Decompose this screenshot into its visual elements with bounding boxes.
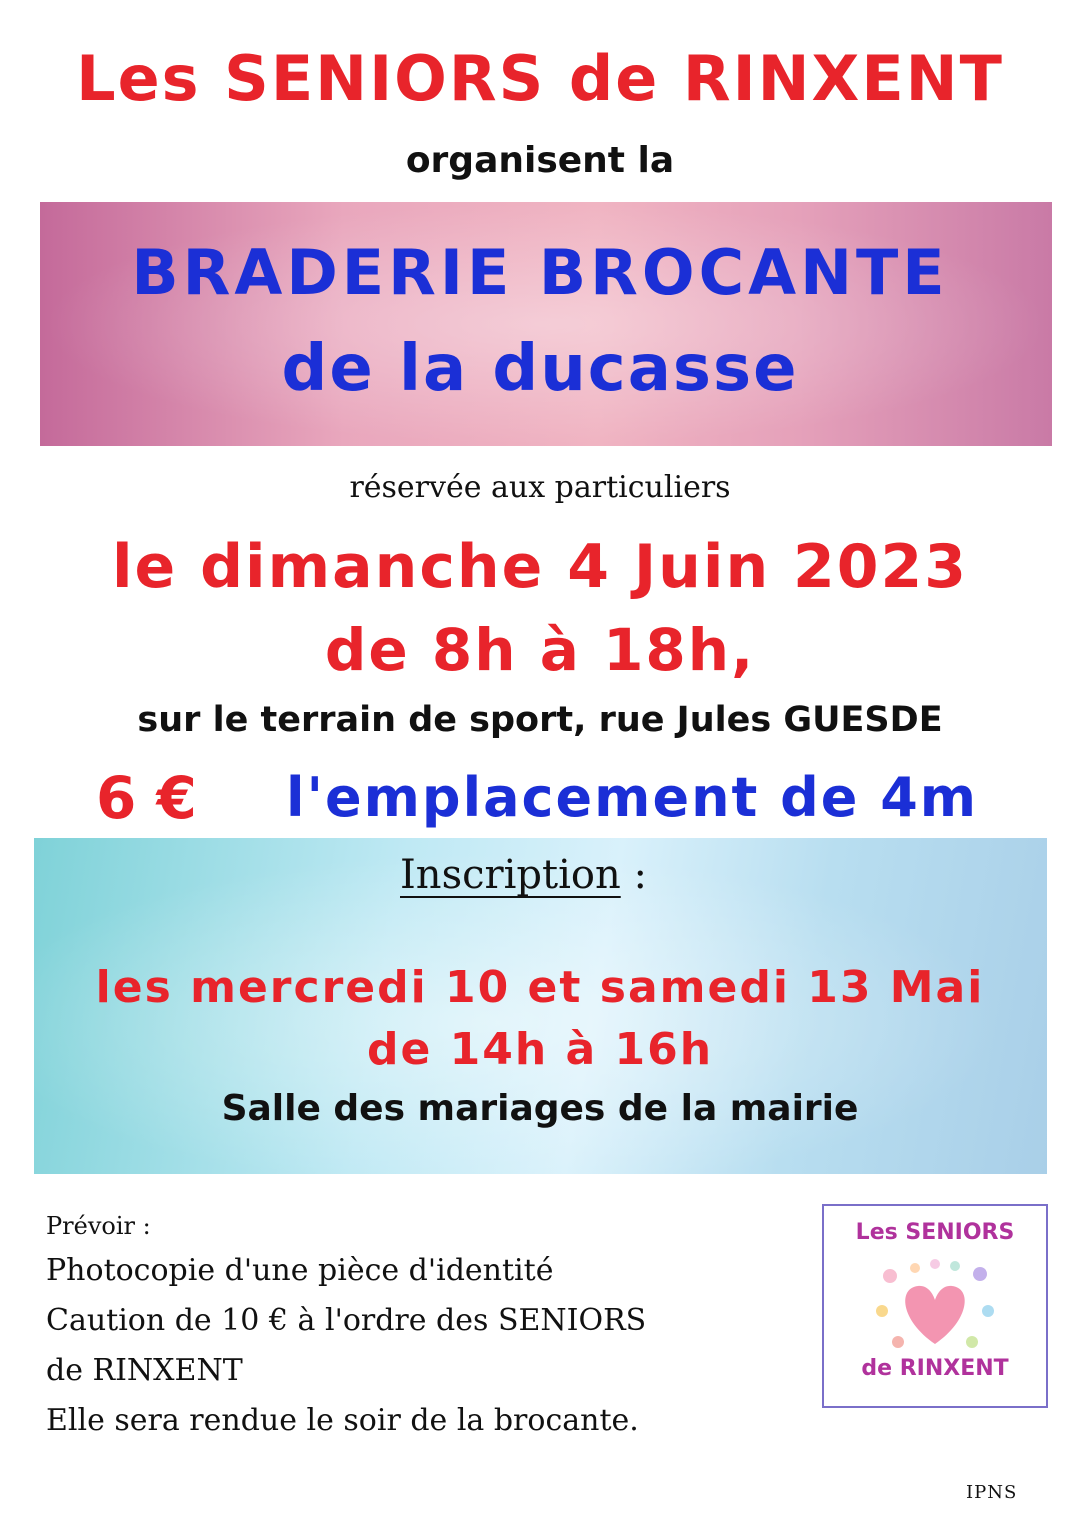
requirements-block: Prévoir : Photocopie d'une pièce d'ident… [46,1206,766,1446]
requirement-line: Elle sera rendue le soir de la brocante. [46,1403,639,1438]
inscription-dates: les mercredi 10 et samedi 13 Mai [95,962,985,1013]
audience-note: réservée aux particuliers [349,470,731,505]
poster-title: Les SENIORS de RINXENT [76,42,1004,115]
event-title-line1: BRADERIE BROCANTE [131,236,949,309]
price: 6 € [96,764,197,832]
club-logo: Les SENIORS de RINXENT [822,1204,1048,1408]
heart-butterflies-icon [876,1259,994,1348]
inscription-colon: : [620,852,647,898]
inscription-heading-text: Inscription [400,852,621,898]
event-title-line2: de la ducasse [281,332,799,406]
inscription-hours: de 14h à 16h [366,1024,714,1075]
event-hours: de 8h à 18h, [324,616,756,684]
poster-subtitle: organisent la [405,140,675,181]
event-date: le dimanche 4 Juin 2023 [111,532,969,602]
requirement-line: de RINXENT [46,1353,243,1388]
inscription-place: Salle des mariages de la mairie [221,1088,859,1129]
ipns-mark: IPNS [966,1482,1018,1503]
inscription-heading: Inscription : [400,852,647,898]
event-location: sur le terrain de sport, rue Jules GUESD… [137,700,943,740]
requirement-line: Caution de 10 € à l'ordre des SENIORS [46,1303,647,1338]
requirement-line: Photocopie d'une pièce d'identité [46,1253,554,1288]
requirements-title: Prévoir : [46,1212,151,1240]
logo-top-text: Les SENIORS [855,1220,1015,1245]
pricing-row: 6 € l'emplacement de 4m [0,764,1080,834]
spot-size: l'emplacement de 4m [286,766,979,829]
logo-bottom-text: de RINXENT [861,1356,1009,1381]
